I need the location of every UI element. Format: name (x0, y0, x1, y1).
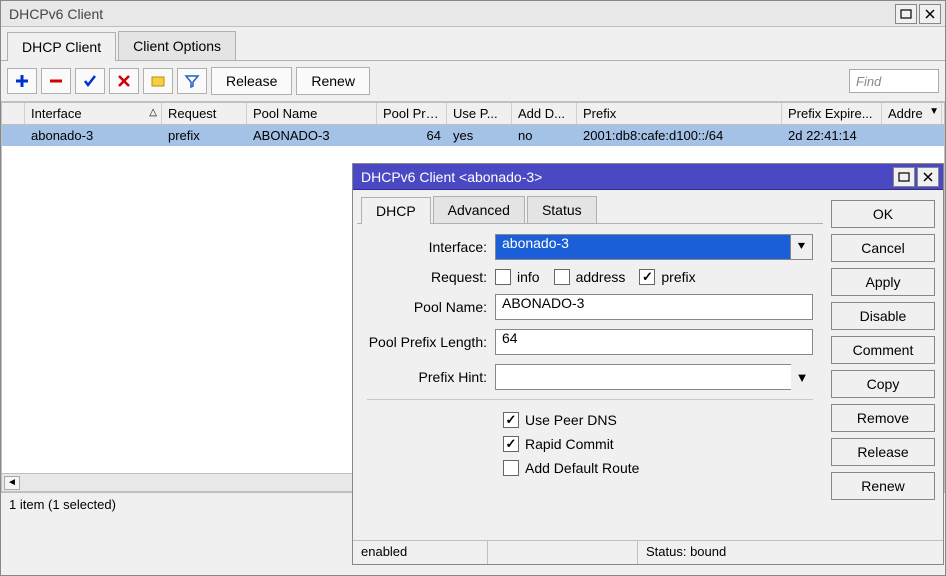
close-button[interactable] (919, 4, 941, 24)
client-dialog: DHCPv6 Client <abonado-3> DHCP Advanced … (352, 163, 944, 565)
tab-dhcp-client[interactable]: DHCP Client (7, 32, 116, 61)
tab-dhcp[interactable]: DHCP (361, 197, 431, 224)
col-pool-prefix[interactable]: Pool Pre... (377, 103, 447, 124)
remove-button[interactable] (41, 68, 71, 94)
dialog-buttons: OK Cancel Apply Disable Comment Copy Rem… (823, 194, 935, 536)
prefix-hint-label: Prefix Hint: (367, 369, 495, 385)
main-titlebar: DHCPv6 Client (1, 1, 945, 27)
add-button[interactable] (7, 68, 37, 94)
enable-button[interactable] (75, 68, 105, 94)
find-input[interactable]: Find (849, 69, 939, 93)
divider (367, 399, 813, 400)
col-prefix-expire[interactable]: Prefix Expire... (782, 103, 882, 124)
pool-prefix-length-label: Pool Prefix Length: (367, 334, 495, 350)
minimize-button[interactable] (895, 4, 917, 24)
dialog-minimize-button[interactable] (893, 167, 915, 187)
col-request[interactable]: Request (162, 103, 247, 124)
dialog-title: DHCPv6 Client <abonado-3> (361, 169, 891, 185)
dialog-form: Interface: abonado-3 ⯆ Request: info add… (357, 224, 823, 536)
dialog-titlebar[interactable]: DHCPv6 Client <abonado-3> (353, 164, 943, 190)
release-button[interactable]: Release (211, 67, 292, 95)
disable-button[interactable] (109, 68, 139, 94)
main-tabs: DHCP Client Client Options (1, 27, 945, 61)
cancel-button[interactable]: Cancel (831, 234, 935, 262)
apply-button[interactable]: Apply (831, 268, 935, 296)
grid-header: Interface△ Request Pool Name Pool Pre...… (2, 103, 944, 125)
sort-asc-icon: △ (149, 107, 157, 118)
renew-dlg-button[interactable]: Renew (831, 472, 935, 500)
interface-input[interactable]: abonado-3 (495, 234, 791, 260)
prefix-hint-expand-button[interactable]: ▼ (791, 364, 813, 390)
request-address-checkbox[interactable]: address (554, 269, 626, 285)
ok-button[interactable]: OK (831, 200, 935, 228)
copy-button[interactable]: Copy (831, 370, 935, 398)
pool-name-input[interactable]: ABONADO-3 (495, 294, 813, 320)
dialog-tabs: DHCP Advanced Status (357, 194, 823, 224)
interface-dropdown-button[interactable]: ⯆ (791, 234, 813, 260)
disable-dlg-button[interactable]: Disable (831, 302, 935, 330)
request-label: Request: (367, 269, 495, 285)
tab-client-options[interactable]: Client Options (118, 31, 236, 60)
col-address[interactable]: Addre▼ (882, 103, 942, 124)
use-peer-dns-checkbox[interactable]: Use Peer DNS (503, 412, 617, 428)
dialog-close-button[interactable] (917, 167, 939, 187)
chevron-down-icon: ⯆ (796, 239, 806, 255)
triangle-down-icon: ▼ (796, 370, 809, 385)
tab-status[interactable]: Status (527, 196, 597, 223)
request-info-checkbox[interactable]: info (495, 269, 540, 285)
tab-advanced[interactable]: Advanced (433, 196, 525, 223)
table-row[interactable]: abonado-3 prefix ABONADO-3 64 yes no 200… (2, 125, 944, 146)
col-use-peer[interactable]: Use P... (447, 103, 512, 124)
renew-button[interactable]: Renew (296, 67, 370, 95)
release-dlg-button[interactable]: Release (831, 438, 935, 466)
pool-prefix-length-input[interactable]: 64 (495, 329, 813, 355)
col-add-def[interactable]: Add D... (512, 103, 577, 124)
toolbar: Release Renew Find (1, 61, 945, 102)
dialog-statusbar: enabled Status: bound (353, 540, 943, 564)
col-pool-name[interactable]: Pool Name (247, 103, 377, 124)
rapid-commit-checkbox[interactable]: Rapid Commit (503, 436, 614, 452)
comment-dlg-button[interactable]: Comment (831, 336, 935, 364)
col-interface[interactable]: Interface△ (25, 103, 162, 124)
prefix-hint-input[interactable] (495, 364, 791, 390)
row-indicator-header[interactable] (2, 103, 25, 124)
status-bound: Status: bound (638, 541, 943, 564)
scroll-left-icon[interactable]: ◄ (4, 476, 20, 490)
status-enabled: enabled (353, 541, 488, 564)
pool-name-label: Pool Name: (367, 299, 495, 315)
main-title: DHCPv6 Client (9, 6, 893, 22)
remove-dlg-button[interactable]: Remove (831, 404, 935, 432)
request-prefix-checkbox[interactable]: prefix (639, 269, 695, 285)
interface-label: Interface: (367, 239, 495, 255)
col-prefix[interactable]: Prefix (577, 103, 782, 124)
add-default-route-checkbox[interactable]: Add Default Route (503, 460, 639, 476)
columns-menu-icon[interactable]: ▼ (929, 106, 939, 117)
filter-button[interactable] (177, 68, 207, 94)
status-text: 1 item (1 selected) (9, 497, 116, 512)
comment-button[interactable] (143, 68, 173, 94)
